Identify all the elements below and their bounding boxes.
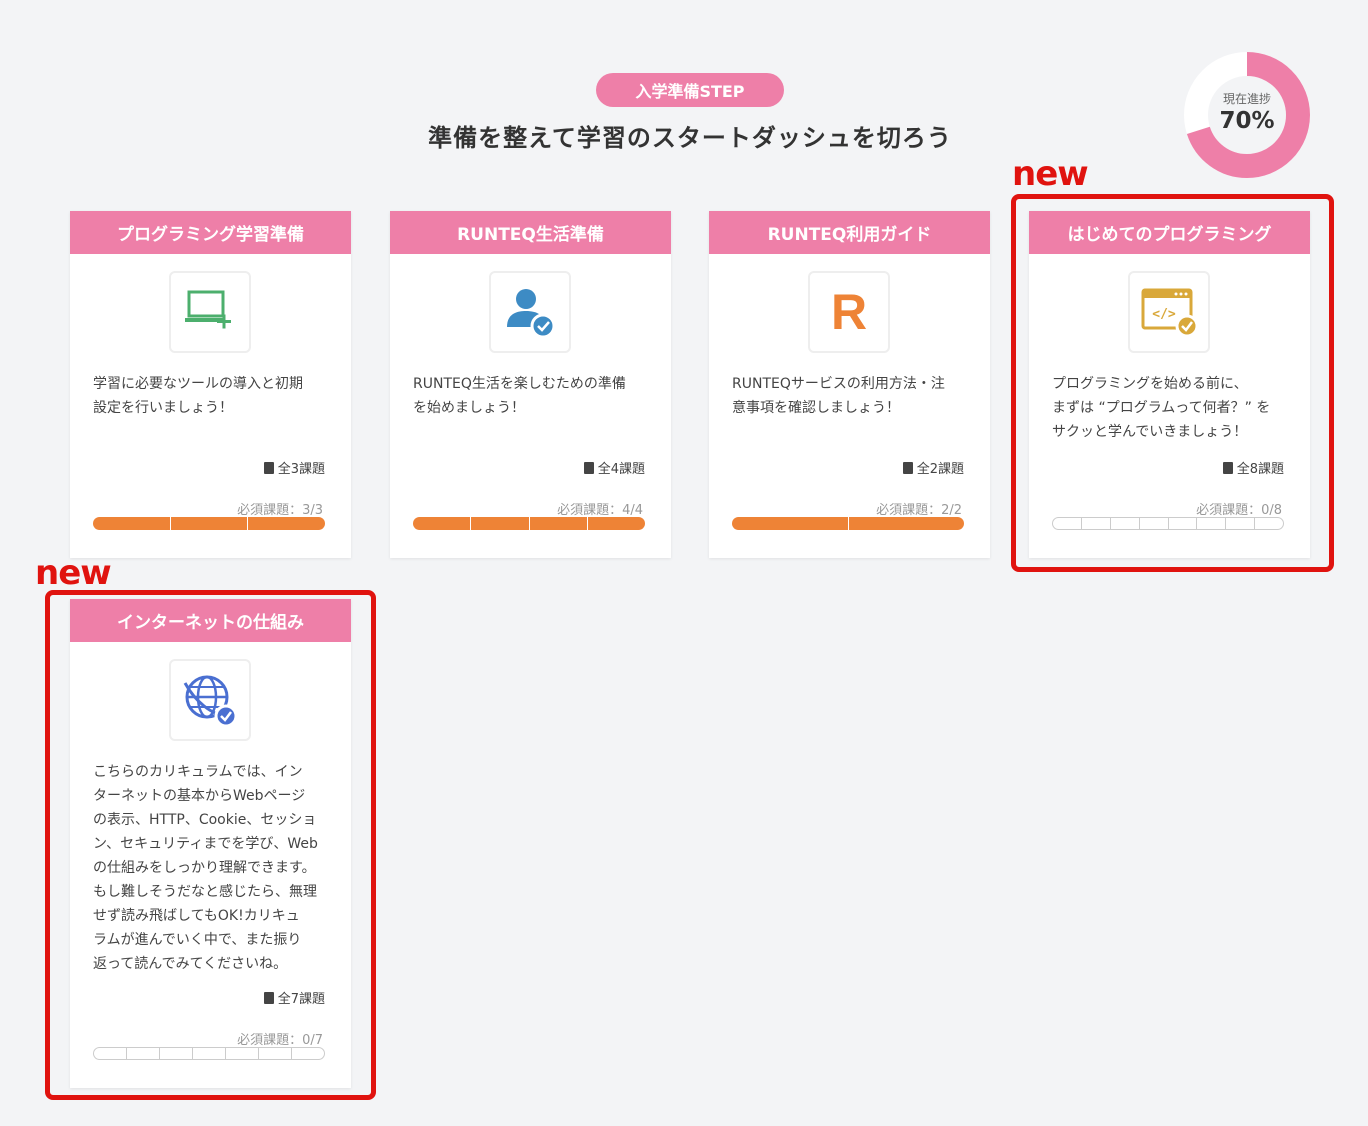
desc-line: を始めましょう！ <box>413 400 525 416</box>
progress-segment <box>170 517 249 530</box>
highlight-box <box>1011 194 1334 572</box>
progress-segment <box>471 517 530 530</box>
step-badge: 入学準備STEP <box>596 73 784 107</box>
task-count: 全3課題 <box>263 458 325 477</box>
card-description: RUNTEQサービスの利用方法・注 意事項を確認しましょう！ <box>732 372 968 420</box>
desc-line: 学習に必要なツールの導入と初期 <box>93 376 303 392</box>
progress-bar <box>93 517 325 530</box>
page-title: 準備を整えて学習のスタートダッシュを切ろう <box>428 124 952 152</box>
card-description: RUNTEQ生活を楽しむための準備 を始めましょう！ <box>413 372 649 420</box>
progress-value: 70% <box>1219 108 1275 134</box>
task-count-text: 全4課題 <box>597 462 645 477</box>
task-count-text: 全3課題 <box>277 462 325 477</box>
highlight-box <box>45 590 376 1100</box>
course-card-runteq-guide[interactable]: RUNTEQ利用ガイド R RUNTEQサービスの利用方法・注 意事項を確認しま… <box>709 211 990 558</box>
required-progress: 必須課題：2/2 <box>876 503 962 518</box>
laptop-plus-icon <box>169 271 251 353</box>
new-label: new <box>1012 154 1089 194</box>
runteq-logo-letter: R <box>830 284 868 340</box>
card-description: 学習に必要なツールの導入と初期 設定を行いましょう！ <box>93 372 329 420</box>
card-title: RUNTEQ生活準備 <box>390 211 671 254</box>
progress-segment <box>248 517 325 530</box>
task-count: 全2課題 <box>902 458 964 477</box>
progress-segment <box>529 517 588 530</box>
desc-line: RUNTEQサービスの利用方法・注 <box>732 376 945 392</box>
card-title: RUNTEQ利用ガイド <box>709 211 990 254</box>
desc-line: RUNTEQ生活を楽しむための準備 <box>413 376 626 392</box>
progress-bar <box>732 517 964 530</box>
progress-label: 現在進捗 <box>1222 92 1271 106</box>
required-progress: 必須課題：4/4 <box>557 503 643 518</box>
progress-segment <box>732 517 849 530</box>
task-count-text: 全2課題 <box>916 462 964 477</box>
progress-segment <box>413 517 472 530</box>
progress-segment <box>587 517 645 530</box>
course-card-programming-prep[interactable]: プログラミング学習準備 学習に必要なツールの導入と初期 設定を行いましょう！ 全… <box>70 211 351 558</box>
card-title: プログラミング学習準備 <box>70 211 351 254</box>
required-progress: 必須課題：3/3 <box>237 503 323 518</box>
course-card-life-prep[interactable]: RUNTEQ生活準備 RUNTEQ生活を楽しむための準備 を始めましょう！ 全4… <box>390 211 671 558</box>
progress-bar <box>413 517 645 530</box>
progress-segment <box>848 517 964 530</box>
desc-line: 設定を行いましょう！ <box>93 400 233 416</box>
book-icon <box>583 461 594 474</box>
desc-line: 意事項を確認しましょう！ <box>732 400 900 416</box>
progress-segment <box>93 517 171 530</box>
new-label: new <box>35 553 112 593</box>
book-icon <box>263 461 274 474</box>
book-icon <box>902 461 913 474</box>
progress-ring: 現在進捗 70% <box>1184 52 1310 178</box>
user-check-icon <box>489 271 571 353</box>
runteq-logo-icon: R <box>808 271 890 353</box>
task-count: 全4課題 <box>583 458 645 477</box>
